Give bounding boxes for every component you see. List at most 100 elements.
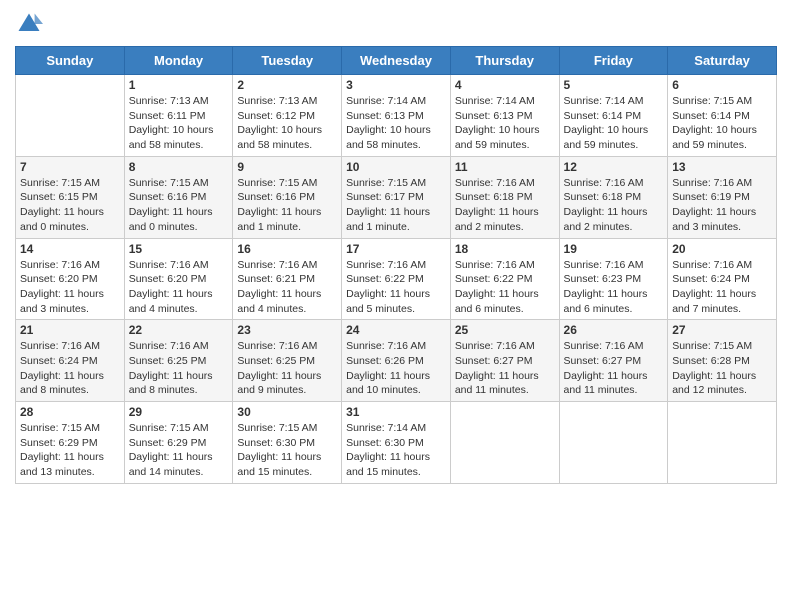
calendar-cell: 24 Sunrise: 7:16 AM Sunset: 6:26 PM Dayli…: [342, 320, 451, 402]
header: [15, 10, 777, 38]
day-info: Sunrise: 7:14 AM Sunset: 6:13 PM Dayligh…: [455, 94, 555, 153]
day-number: 5: [564, 78, 664, 92]
calendar-cell: 21 Sunrise: 7:16 AM Sunset: 6:24 PM Dayli…: [16, 320, 125, 402]
calendar-cell: 15Sunrise: 7:16 AM Sunset: 6:20 PM Dayli…: [124, 238, 233, 320]
calendar-cell: 28 Sunrise: 7:15 AM Sunset: 6:29 PM Dayli…: [16, 402, 125, 484]
day-info: Sunrise: 7:14 AM Sunset: 6:14 PM Dayligh…: [564, 94, 664, 153]
day-number: 30: [237, 405, 337, 419]
calendar-cell: 31 Sunrise: 7:14 AM Sunset: 6:30 PM Dayli…: [342, 402, 451, 484]
day-number: 28: [20, 405, 120, 419]
day-info: Sunrise: 7:15 AM Sunset: 6:29 PM Dayligh…: [20, 421, 120, 480]
day-info: Sunrise: 7:13 AM Sunset: 6:12 PM Dayligh…: [237, 94, 337, 153]
day-info: Sunrise: 7:15 AM Sunset: 6:28 PM Dayligh…: [672, 339, 772, 398]
day-number: 12: [564, 160, 664, 174]
day-info: Sunrise: 7:16 AM Sunset: 6:27 PM Dayligh…: [564, 339, 664, 398]
calendar-week-4: 21 Sunrise: 7:16 AM Sunset: 6:24 PM Dayli…: [16, 320, 777, 402]
calendar-cell: 25Sunrise: 7:16 AM Sunset: 6:27 PM Dayli…: [450, 320, 559, 402]
day-number: 11: [455, 160, 555, 174]
calendar-cell: 22 Sunrise: 7:16 AM Sunset: 6:25 PM Dayli…: [124, 320, 233, 402]
day-number: 10: [346, 160, 446, 174]
calendar-cell: 27 Sunrise: 7:15 AM Sunset: 6:28 PM Dayli…: [668, 320, 777, 402]
day-info: Sunrise: 7:14 AM Sunset: 6:13 PM Dayligh…: [346, 94, 446, 153]
day-info: Sunrise: 7:15 AM Sunset: 6:16 PM Dayligh…: [237, 176, 337, 235]
day-info: Sunrise: 7:16 AM Sunset: 6:23 PM Dayligh…: [564, 258, 664, 317]
calendar-cell: 8 Sunrise: 7:15 AM Sunset: 6:16 PM Daylig…: [124, 156, 233, 238]
day-info: Sunrise: 7:15 AM Sunset: 6:30 PM Dayligh…: [237, 421, 337, 480]
calendar-cell: 19 Sunrise: 7:16 AM Sunset: 6:23 PM Dayli…: [559, 238, 668, 320]
calendar-week-3: 14 Sunrise: 7:16 AM Sunset: 6:20 PM Dayli…: [16, 238, 777, 320]
day-info: Sunrise: 7:16 AM Sunset: 6:22 PM Dayligh…: [455, 258, 555, 317]
calendar-cell: 10 Sunrise: 7:15 AM Sunset: 6:17 PM Dayli…: [342, 156, 451, 238]
day-info: Sunrise: 7:16 AM Sunset: 6:18 PM Dayligh…: [564, 176, 664, 235]
calendar-cell: 3 Sunrise: 7:14 AM Sunset: 6:13 PM Daylig…: [342, 75, 451, 157]
calendar-cell: 9 Sunrise: 7:15 AM Sunset: 6:16 PM Daylig…: [233, 156, 342, 238]
day-number: 16: [237, 242, 337, 256]
day-number: 31: [346, 405, 446, 419]
calendar-cell: 30 Sunrise: 7:15 AM Sunset: 6:30 PM Dayli…: [233, 402, 342, 484]
day-number: 9: [237, 160, 337, 174]
calendar-cell: 23 Sunrise: 7:16 AM Sunset: 6:25 PM Dayli…: [233, 320, 342, 402]
calendar-cell: 13Sunrise: 7:16 AM Sunset: 6:19 PM Dayli…: [668, 156, 777, 238]
day-info: Sunrise: 7:16 AM Sunset: 6:24 PM Dayligh…: [20, 339, 120, 398]
calendar-header-friday: Friday: [559, 47, 668, 75]
calendar-cell: 2Sunrise: 7:13 AM Sunset: 6:12 PM Daylig…: [233, 75, 342, 157]
day-number: 7: [20, 160, 120, 174]
day-number: 26: [564, 323, 664, 337]
day-number: 25: [455, 323, 555, 337]
logo-icon: [15, 10, 43, 38]
day-number: 24: [346, 323, 446, 337]
calendar-cell: 11 Sunrise: 7:16 AM Sunset: 6:18 PM Dayli…: [450, 156, 559, 238]
day-info: Sunrise: 7:16 AM Sunset: 6:20 PM Dayligh…: [20, 258, 120, 317]
calendar-header-sunday: Sunday: [16, 47, 125, 75]
calendar-cell: [16, 75, 125, 157]
day-number: 27: [672, 323, 772, 337]
day-number: 18: [455, 242, 555, 256]
calendar-cell: 7 Sunrise: 7:15 AM Sunset: 6:15 PM Daylig…: [16, 156, 125, 238]
calendar-cell: 5 Sunrise: 7:14 AM Sunset: 6:14 PM Daylig…: [559, 75, 668, 157]
day-number: 1: [129, 78, 229, 92]
calendar-week-5: 28 Sunrise: 7:15 AM Sunset: 6:29 PM Dayli…: [16, 402, 777, 484]
day-info: Sunrise: 7:16 AM Sunset: 6:20 PM Dayligh…: [129, 258, 229, 317]
calendar-cell: 6 Sunrise: 7:15 AM Sunset: 6:14 PM Daylig…: [668, 75, 777, 157]
day-info: Sunrise: 7:15 AM Sunset: 6:16 PM Dayligh…: [129, 176, 229, 235]
logo: [15, 10, 47, 38]
calendar-header-tuesday: Tuesday: [233, 47, 342, 75]
day-info: Sunrise: 7:14 AM Sunset: 6:30 PM Dayligh…: [346, 421, 446, 480]
calendar-cell: [450, 402, 559, 484]
day-info: Sunrise: 7:16 AM Sunset: 6:22 PM Dayligh…: [346, 258, 446, 317]
day-number: 3: [346, 78, 446, 92]
calendar-cell: 14 Sunrise: 7:16 AM Sunset: 6:20 PM Dayli…: [16, 238, 125, 320]
calendar-cell: 16 Sunrise: 7:16 AM Sunset: 6:21 PM Dayli…: [233, 238, 342, 320]
calendar-cell: 29 Sunrise: 7:15 AM Sunset: 6:29 PM Dayli…: [124, 402, 233, 484]
day-number: 19: [564, 242, 664, 256]
day-info: Sunrise: 7:16 AM Sunset: 6:26 PM Dayligh…: [346, 339, 446, 398]
calendar-week-2: 7 Sunrise: 7:15 AM Sunset: 6:15 PM Daylig…: [16, 156, 777, 238]
day-number: 21: [20, 323, 120, 337]
page: SundayMondayTuesdayWednesdayThursdayFrid…: [0, 0, 792, 499]
day-info: Sunrise: 7:15 AM Sunset: 6:15 PM Dayligh…: [20, 176, 120, 235]
day-info: Sunrise: 7:16 AM Sunset: 6:18 PM Dayligh…: [455, 176, 555, 235]
calendar-header-wednesday: Wednesday: [342, 47, 451, 75]
calendar-cell: 1 Sunrise: 7:13 AM Sunset: 6:11 PM Daylig…: [124, 75, 233, 157]
day-number: 6: [672, 78, 772, 92]
calendar-header-thursday: Thursday: [450, 47, 559, 75]
calendar-header-row: SundayMondayTuesdayWednesdayThursdayFrid…: [16, 47, 777, 75]
day-info: Sunrise: 7:16 AM Sunset: 6:25 PM Dayligh…: [129, 339, 229, 398]
day-number: 23: [237, 323, 337, 337]
day-number: 8: [129, 160, 229, 174]
calendar-cell: 4Sunrise: 7:14 AM Sunset: 6:13 PM Daylig…: [450, 75, 559, 157]
day-info: Sunrise: 7:15 AM Sunset: 6:29 PM Dayligh…: [129, 421, 229, 480]
day-number: 22: [129, 323, 229, 337]
day-info: Sunrise: 7:16 AM Sunset: 6:25 PM Dayligh…: [237, 339, 337, 398]
calendar-cell: [668, 402, 777, 484]
day-number: 14: [20, 242, 120, 256]
calendar-cell: [559, 402, 668, 484]
day-number: 29: [129, 405, 229, 419]
calendar-header-monday: Monday: [124, 47, 233, 75]
day-info: Sunrise: 7:15 AM Sunset: 6:14 PM Dayligh…: [672, 94, 772, 153]
day-info: Sunrise: 7:15 AM Sunset: 6:17 PM Dayligh…: [346, 176, 446, 235]
calendar-cell: 18 Sunrise: 7:16 AM Sunset: 6:22 PM Dayli…: [450, 238, 559, 320]
calendar-cell: 12 Sunrise: 7:16 AM Sunset: 6:18 PM Dayli…: [559, 156, 668, 238]
day-info: Sunrise: 7:13 AM Sunset: 6:11 PM Dayligh…: [129, 94, 229, 153]
day-info: Sunrise: 7:16 AM Sunset: 6:21 PM Dayligh…: [237, 258, 337, 317]
